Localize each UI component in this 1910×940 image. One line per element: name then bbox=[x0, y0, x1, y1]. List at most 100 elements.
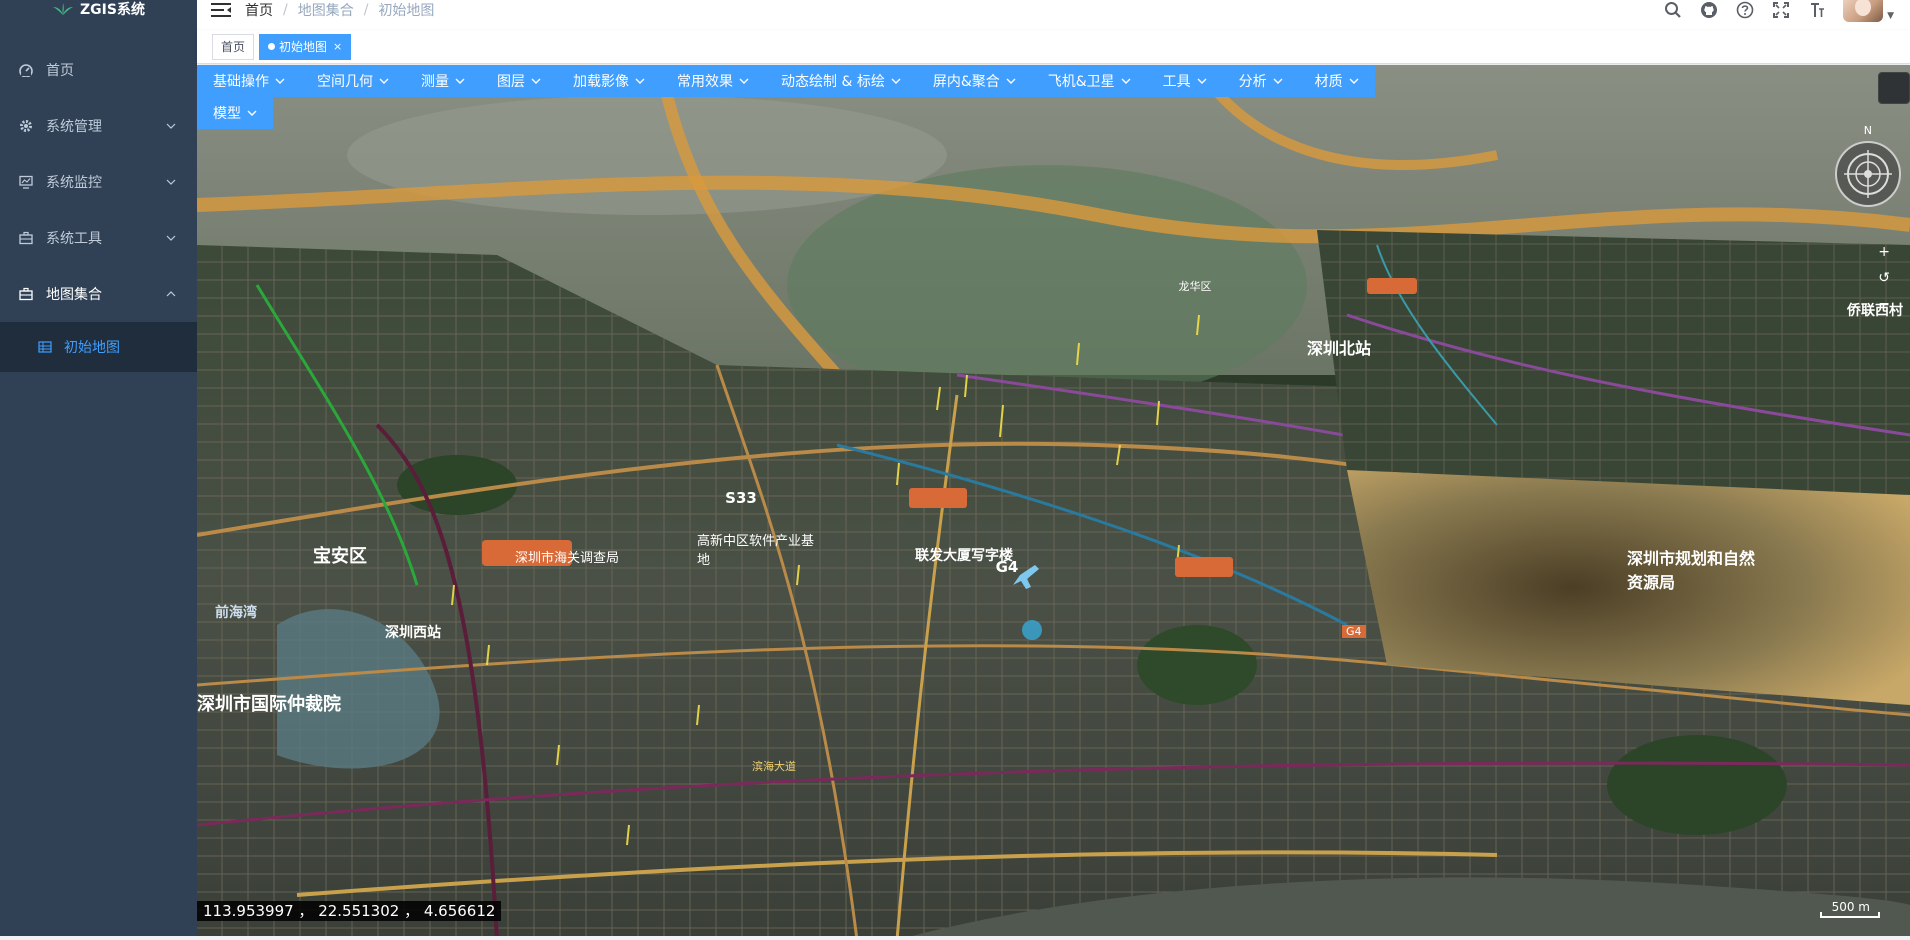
navbar: 首页 / 地图集合 / 初始地图 ▼ bbox=[197, 0, 1910, 22]
chevron-down-icon bbox=[166, 235, 176, 241]
sidebar-item-label: 系统工具 bbox=[46, 231, 102, 247]
toolbar-menu-1-3[interactable]: 图层 bbox=[481, 65, 557, 97]
toolbar-menu-1-6[interactable]: 动态绘制 & 标绘 bbox=[765, 65, 917, 97]
chevron-down-icon bbox=[166, 179, 176, 185]
chevron-up-icon bbox=[166, 291, 176, 297]
avatar[interactable] bbox=[1843, 0, 1884, 22]
toolbar-menu-1-9[interactable]: 工具 bbox=[1146, 65, 1223, 97]
gear-icon bbox=[18, 118, 34, 134]
sidebar-item-label: 首页 bbox=[46, 63, 74, 79]
toolbar-menu-1-1[interactable]: 空间几何 bbox=[301, 65, 405, 97]
bottom-strip bbox=[0, 936, 1910, 940]
scale-bar bbox=[1820, 912, 1880, 918]
search-icon[interactable] bbox=[1663, 0, 1683, 20]
grid-icon bbox=[38, 340, 52, 354]
toolbar-menu-1-10[interactable]: 分析 bbox=[1222, 65, 1299, 97]
map-label-s33: S33 bbox=[725, 489, 757, 507]
logo[interactable]: ZGIS系统 bbox=[0, 0, 197, 18]
close-icon[interactable]: × bbox=[333, 35, 342, 59]
chevron-down-icon bbox=[531, 78, 541, 84]
sidebar-item-label: 系统监控 bbox=[46, 175, 102, 191]
toolbar-menu-label: 常用效果 bbox=[677, 74, 733, 90]
map-label-baoan: 宝安区 bbox=[313, 546, 367, 567]
map-label-planning-bureau: 深圳市规划和自然资源局 bbox=[1627, 549, 1756, 592]
map-label-lianfa-tower: 联发大厦写字楼 bbox=[915, 548, 1013, 564]
active-dot-icon bbox=[268, 43, 276, 50]
chevron-down-icon bbox=[379, 78, 389, 84]
sidebar: ZGIS系统 首页 系统管理 系统监控 系统工具 地图集合 初始地图 bbox=[0, 0, 197, 940]
fullscreen-icon[interactable] bbox=[1771, 0, 1791, 20]
chevron-down-icon bbox=[1349, 78, 1359, 84]
toolbar-menu-label: 基础操作 bbox=[213, 74, 269, 90]
scene-mode-button[interactable] bbox=[1878, 72, 1910, 104]
toolbar-menu-label: 测量 bbox=[421, 74, 449, 90]
chevron-down-icon bbox=[166, 123, 176, 129]
map-label-qianhai-bay: 前海湾 bbox=[215, 605, 257, 621]
toolbar-menu-1-4[interactable]: 加载影像 bbox=[557, 65, 661, 97]
chevron-down-icon bbox=[1121, 78, 1131, 84]
map-label-binhai-avenue: 滨海大道 bbox=[752, 760, 796, 773]
breadcrumb-item-map-collection: 地图集合 bbox=[297, 3, 354, 19]
toolbar-menu-1-11[interactable]: 材质 bbox=[1298, 65, 1375, 97]
toolbar-menu-label: 飞机&卫星 bbox=[1047, 74, 1115, 90]
toolbar-menu-1-5[interactable]: 常用效果 bbox=[661, 65, 765, 97]
compass-north-label: N bbox=[1863, 124, 1872, 137]
zoom-control: + ↺ − bbox=[1878, 244, 1890, 312]
map-label-qiaolian-west: 侨联西村 bbox=[1847, 303, 1903, 319]
zoom-in-button[interactable]: + bbox=[1878, 244, 1890, 260]
map-viewport[interactable]: 宝安区 S33 G4 深圳北站 龙华区 深圳西站 前海湾 深圳市海关调查局 高新… bbox=[197, 65, 1910, 940]
map-toolbar: 基础操作 空间几何 测量 图层 加载影像 常用效果 动态绘制 & 标绘 屏内&聚合 飞机&卫星 工… bbox=[197, 65, 1405, 97]
monitor-icon bbox=[18, 174, 34, 190]
toolbar-menu-1-7[interactable]: 屏内&聚合 bbox=[916, 65, 1032, 97]
caret-down-icon[interactable]: ▼ bbox=[1887, 11, 1894, 21]
toolbar-menu-1-2[interactable]: 测量 bbox=[405, 65, 481, 97]
question-icon[interactable] bbox=[1735, 0, 1755, 20]
toolbar-menu-1-0[interactable]: 基础操作 bbox=[197, 65, 301, 97]
map-label-g4-east: G4 bbox=[1342, 625, 1366, 638]
logo-text: ZGIS系统 bbox=[80, 2, 145, 18]
map-label-hitech-park: 高新中区软件产业基地 bbox=[697, 534, 815, 568]
sidebar-item-home[interactable]: 首页 bbox=[0, 42, 197, 98]
toolbar-menu-label: 模型 bbox=[213, 106, 241, 122]
sidebar-item-map-collection[interactable]: 地图集合 bbox=[0, 266, 197, 322]
compass-icon[interactable] bbox=[1834, 140, 1902, 208]
tag-label: 首页 bbox=[221, 39, 246, 54]
satellite-terrain[interactable] bbox=[197, 65, 1910, 940]
breadcrumb-item-home[interactable]: 首页 bbox=[245, 0, 273, 20]
sidebar-subitem-label: 初始地图 bbox=[64, 340, 120, 356]
github-icon[interactable] bbox=[1699, 0, 1719, 20]
dashboard-icon bbox=[18, 62, 34, 78]
map-label-shenzhen-west: 深圳西站 bbox=[385, 625, 441, 641]
breadcrumb-separator: / bbox=[363, 2, 369, 18]
tag-home[interactable]: 首页 bbox=[212, 33, 255, 60]
sidebar-item-label: 地图集合 bbox=[46, 287, 102, 303]
toolbar-menu-label: 图层 bbox=[497, 74, 525, 90]
sidebar-item-system-monitor[interactable]: 系统监控 bbox=[0, 154, 197, 210]
sidebar-item-system-management[interactable]: 系统管理 bbox=[0, 98, 197, 154]
chevron-down-icon bbox=[275, 78, 285, 84]
chevron-down-icon bbox=[1273, 78, 1283, 84]
tag-initial-map[interactable]: 初始地图 × bbox=[259, 33, 352, 60]
tag-label: 初始地图 bbox=[279, 39, 328, 54]
map-label-arbitration-court: 深圳市国际仲裁院 bbox=[197, 694, 341, 715]
toolbar-menu-label: 屏内&聚合 bbox=[932, 74, 1000, 90]
zoom-out-button[interactable]: − bbox=[1878, 296, 1890, 312]
hamburger-icon[interactable] bbox=[211, 3, 231, 17]
tags-view: 首页 初始地图 × bbox=[197, 30, 1910, 64]
toolbar-menu-label: 材质 bbox=[1314, 74, 1343, 90]
zoom-reset-button[interactable]: ↺ bbox=[1878, 270, 1890, 286]
sidebar-item-system-tools[interactable]: 系统工具 bbox=[0, 210, 197, 266]
breadcrumb-separator: / bbox=[283, 2, 288, 18]
sidebar-menu: 首页 系统管理 系统监控 系统工具 地图集合 初始地图 bbox=[0, 42, 197, 372]
toolbar-menu-2-0[interactable]: 模型 bbox=[197, 97, 273, 129]
sidebar-subitem-initial-map[interactable]: 初始地图 bbox=[0, 322, 197, 372]
toolbar-menu-1-8[interactable]: 飞机&卫星 bbox=[1031, 65, 1147, 97]
sidebar-item-label: 系统管理 bbox=[46, 119, 102, 135]
map-label-longhua: 龙华区 bbox=[1178, 280, 1212, 293]
toolbox-icon bbox=[18, 230, 34, 246]
breadcrumb: 首页 / 地图集合 / 初始地图 bbox=[245, 0, 434, 20]
submenu-map-collection: 初始地图 bbox=[0, 322, 197, 372]
chevron-down-icon bbox=[455, 78, 465, 84]
coordinate-readout: 113.953997 ， 22.551302 ， 4.656612 bbox=[197, 901, 502, 921]
font-size-icon[interactable] bbox=[1807, 0, 1827, 20]
